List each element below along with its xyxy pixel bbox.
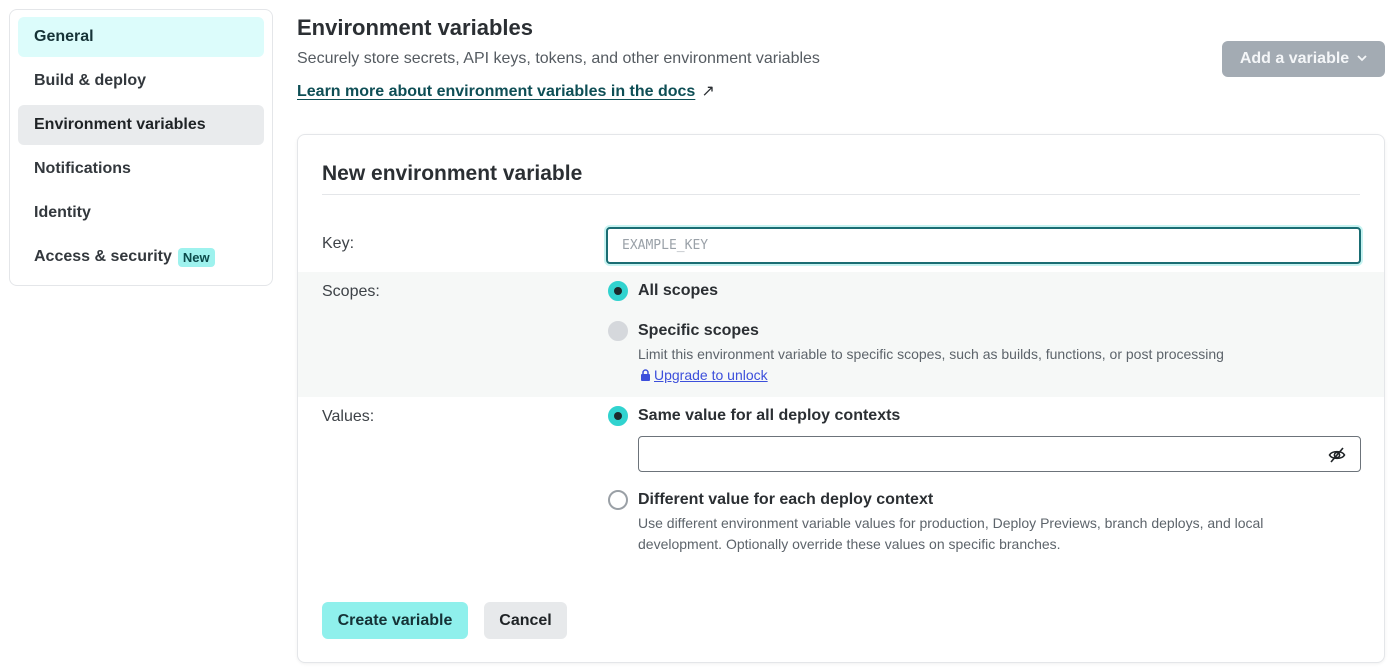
value-different-help-line2: development. Optionally override these v…: [638, 536, 1061, 552]
scope-specific-label: Specific scopes: [638, 322, 759, 339]
scope-specific-radio: [608, 321, 628, 341]
sidebar-item-build-deploy[interactable]: Build & deploy: [18, 61, 264, 101]
scope-all-radio[interactable]: [608, 281, 628, 301]
value-same-radio[interactable]: [608, 406, 628, 426]
page-subtitle: Securely store secrets, API keys, tokens…: [297, 50, 820, 67]
new-badge: New: [177, 247, 215, 267]
sidebar-item-label: Identity: [34, 204, 91, 221]
sidebar-item-access-security[interactable]: Access & security New: [18, 237, 264, 277]
new-variable-card: New environment variable Key: Scopes: Al…: [297, 134, 1385, 663]
sidebar-item-label: General: [34, 28, 94, 45]
add-variable-button[interactable]: Add a variable: [1222, 41, 1385, 77]
scope-all-option[interactable]: All scopes: [608, 281, 718, 301]
settings-sidebar: General Build & deploy Environment varia…: [9, 9, 273, 286]
create-variable-button[interactable]: Create variable: [322, 602, 468, 639]
cancel-button[interactable]: Cancel: [484, 602, 567, 639]
value-different-radio[interactable]: [608, 490, 628, 510]
sidebar-item-identity[interactable]: Identity: [18, 193, 264, 233]
scope-all-label: All scopes: [638, 282, 719, 299]
docs-link[interactable]: Learn more about environment variables i…: [297, 81, 715, 101]
value-same-option[interactable]: Same value for all deploy contexts: [608, 406, 900, 426]
sidebar-item-environment-variables[interactable]: Environment variables: [18, 105, 264, 145]
scope-specific-option: Specific scopes: [608, 321, 759, 341]
upgrade-link[interactable]: Upgrade to unlock: [640, 367, 768, 383]
value-different-label: Different value for each deploy context: [638, 491, 934, 508]
sidebar-item-notifications[interactable]: Notifications: [18, 149, 264, 189]
eye-off-icon[interactable]: [1328, 446, 1346, 464]
sidebar-item-general[interactable]: General: [18, 17, 264, 57]
add-variable-label: Add a variable: [1239, 50, 1350, 67]
key-input[interactable]: [606, 227, 1361, 264]
chevron-down-icon: [1357, 54, 1367, 65]
sidebar-item-label: Environment variables: [34, 116, 206, 133]
lock-icon: [641, 369, 650, 381]
scope-specific-help: Limit this environment variable to speci…: [638, 346, 1224, 362]
key-label: Key:: [322, 235, 355, 252]
docs-link-label: Learn more about environment variables i…: [297, 83, 696, 100]
divider: [322, 194, 1360, 195]
card-title: New environment variable: [322, 162, 583, 185]
sidebar-item-label: Access & security: [34, 248, 172, 265]
sidebar-item-label: Notifications: [34, 160, 131, 177]
external-link-icon: ↗: [701, 83, 715, 100]
values-label: Values:: [322, 408, 375, 425]
secret-value-field[interactable]: [638, 436, 1361, 472]
sidebar-item-label: Build & deploy: [34, 72, 146, 89]
scopes-label: Scopes:: [322, 283, 380, 300]
scopes-section: [298, 272, 1384, 397]
value-different-help-line1: Use different environment variable value…: [638, 515, 1264, 531]
page-title: Environment variables: [297, 15, 533, 40]
upgrade-link-label: Upgrade to unlock: [654, 367, 768, 383]
value-different-option[interactable]: Different value for each deploy context: [608, 490, 933, 510]
value-same-label: Same value for all deploy contexts: [638, 407, 901, 424]
